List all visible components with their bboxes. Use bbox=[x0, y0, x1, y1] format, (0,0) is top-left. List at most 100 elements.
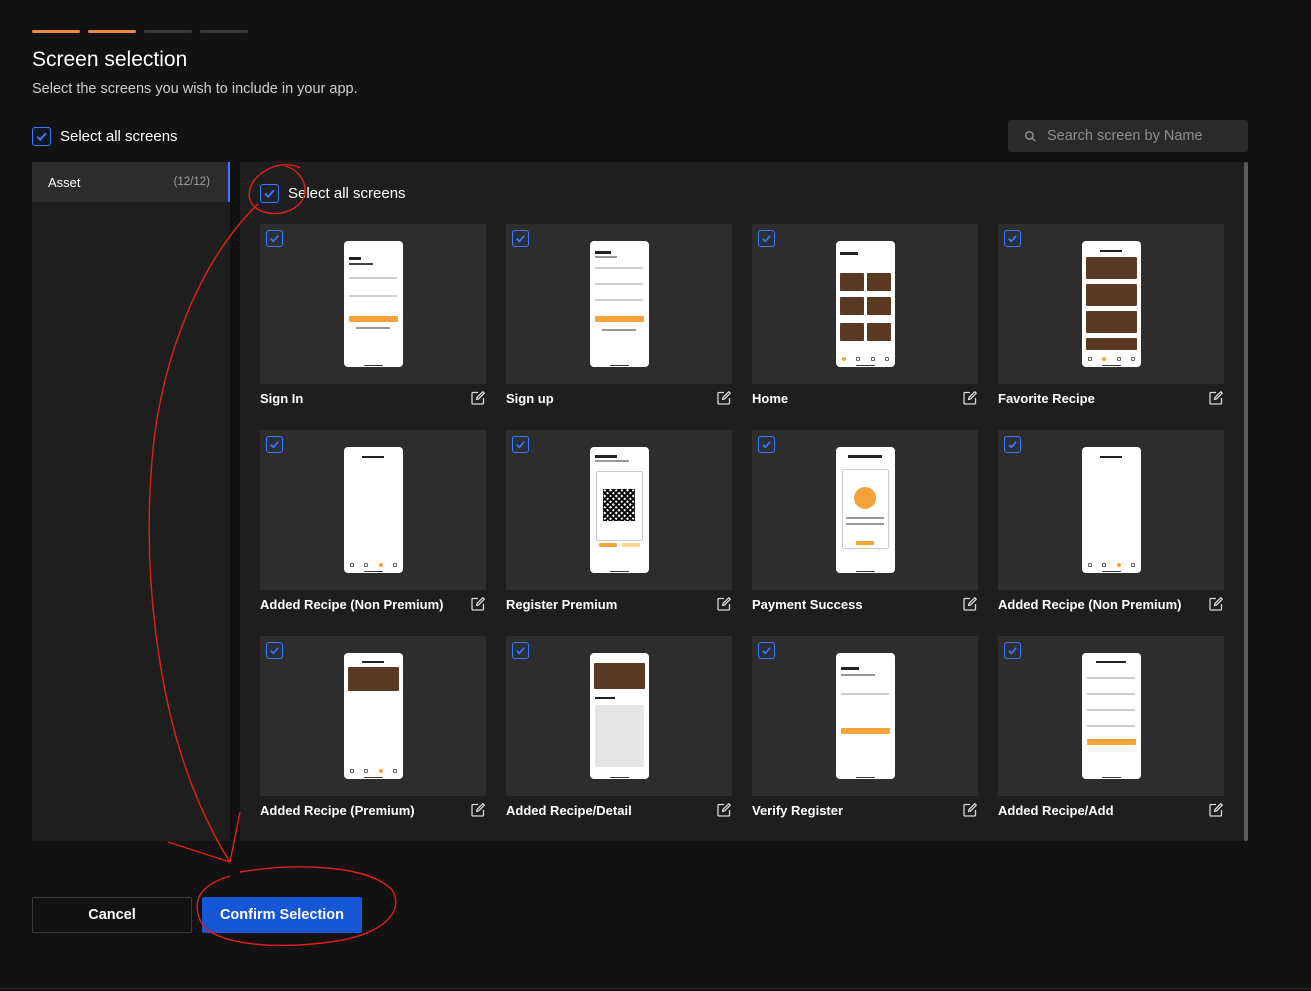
edit-icon[interactable] bbox=[470, 390, 486, 406]
scrollbar[interactable] bbox=[1244, 162, 1248, 841]
screen-card-footer: Verify Register bbox=[752, 802, 978, 818]
check-icon bbox=[1008, 647, 1017, 655]
screen-card-footer: Payment Success bbox=[752, 596, 978, 612]
screen-name: Favorite Recipe bbox=[998, 390, 1095, 406]
screen-name: Register Premium bbox=[506, 596, 618, 612]
phone-preview bbox=[590, 447, 649, 573]
phone-preview bbox=[1082, 241, 1141, 367]
progress-steps bbox=[32, 30, 248, 33]
screen-card-footer: Added Recipe (Premium) bbox=[260, 802, 486, 818]
phone-preview bbox=[344, 241, 403, 367]
screen-thumbnail[interactable] bbox=[752, 636, 978, 796]
edit-icon[interactable] bbox=[962, 802, 978, 818]
scrollbar-thumb[interactable] bbox=[1244, 162, 1248, 841]
screen-thumbnail[interactable] bbox=[260, 430, 486, 590]
screen-card-footer: Sign up bbox=[506, 390, 732, 406]
screen-card[interactable]: Home bbox=[752, 224, 978, 410]
check-icon bbox=[1008, 441, 1017, 449]
panel-select-all-checkbox[interactable] bbox=[260, 184, 279, 203]
screen-thumbnail[interactable] bbox=[752, 430, 978, 590]
phone-preview bbox=[836, 241, 895, 367]
screen-checkbox[interactable] bbox=[512, 436, 529, 453]
screen-card-footer: Added Recipe/Detail bbox=[506, 802, 732, 818]
check-icon bbox=[270, 647, 279, 655]
screen-thumbnail[interactable] bbox=[998, 430, 1224, 590]
phone-preview bbox=[836, 447, 895, 573]
phone-preview bbox=[836, 653, 895, 779]
sidebar-item-asset[interactable]: Asset (12/12) bbox=[32, 162, 230, 202]
screen-card[interactable]: Sign In bbox=[260, 224, 486, 410]
select-all-checkbox[interactable] bbox=[32, 127, 51, 146]
screen-thumbnail[interactable] bbox=[260, 636, 486, 796]
search-box[interactable] bbox=[1008, 120, 1248, 152]
edit-icon[interactable] bbox=[470, 596, 486, 612]
edit-icon[interactable] bbox=[1208, 802, 1224, 818]
screen-thumbnail[interactable] bbox=[260, 224, 486, 384]
screen-checkbox[interactable] bbox=[758, 642, 775, 659]
edit-icon[interactable] bbox=[716, 390, 732, 406]
screen-thumbnail[interactable] bbox=[998, 636, 1224, 796]
screen-card[interactable]: Added Recipe/Detail bbox=[506, 636, 732, 822]
screen-thumbnail[interactable] bbox=[752, 224, 978, 384]
screen-checkbox[interactable] bbox=[512, 642, 529, 659]
screen-checkbox[interactable] bbox=[758, 436, 775, 453]
check-icon bbox=[270, 441, 279, 449]
phone-preview bbox=[1082, 447, 1141, 573]
phone-preview bbox=[344, 447, 403, 573]
check-icon bbox=[1008, 235, 1017, 243]
progress-step-3 bbox=[144, 30, 192, 33]
screen-checkbox[interactable] bbox=[266, 436, 283, 453]
screen-thumbnail[interactable] bbox=[506, 636, 732, 796]
screen-card[interactable]: Payment Success bbox=[752, 430, 978, 616]
screen-name: Added Recipe (Non Premium) bbox=[998, 596, 1182, 612]
check-icon bbox=[270, 235, 279, 243]
edit-icon[interactable] bbox=[716, 596, 732, 612]
confirm-selection-button[interactable]: Confirm Selection bbox=[202, 897, 362, 933]
screen-checkbox[interactable] bbox=[1004, 642, 1021, 659]
screen-checkbox[interactable] bbox=[758, 230, 775, 247]
screen-name: Home bbox=[752, 390, 789, 406]
screen-checkbox[interactable] bbox=[512, 230, 529, 247]
screen-card-footer: Added Recipe (Non Premium) bbox=[998, 596, 1224, 612]
page-subtitle: Select the screens you wish to include i… bbox=[32, 81, 358, 97]
edit-icon[interactable] bbox=[962, 596, 978, 612]
screen-checkbox[interactable] bbox=[266, 642, 283, 659]
screen-name: Added Recipe (Non Premium) bbox=[260, 596, 444, 612]
screen-card[interactable]: Verify Register bbox=[752, 636, 978, 822]
check-icon bbox=[36, 132, 47, 142]
check-icon bbox=[516, 235, 525, 243]
screen-name: Sign up bbox=[506, 390, 554, 406]
edit-icon[interactable] bbox=[470, 802, 486, 818]
select-all-screens-panel[interactable]: Select all screens bbox=[260, 184, 406, 203]
screen-card[interactable]: Added Recipe (Premium) bbox=[260, 636, 486, 822]
screen-card[interactable]: Sign up bbox=[506, 224, 732, 410]
progress-step-4 bbox=[200, 30, 248, 33]
edit-icon[interactable] bbox=[1208, 390, 1224, 406]
divider bbox=[0, 988, 1311, 989]
screen-thumbnail[interactable] bbox=[506, 430, 732, 590]
screen-card-footer: Favorite Recipe bbox=[998, 390, 1224, 406]
screen-card[interactable]: Favorite Recipe bbox=[998, 224, 1224, 410]
edit-icon[interactable] bbox=[1208, 596, 1224, 612]
screen-card-footer: Sign In bbox=[260, 390, 486, 406]
phone-preview bbox=[1082, 653, 1141, 779]
screen-card[interactable]: Added Recipe (Non Premium) bbox=[998, 430, 1224, 616]
screen-card[interactable]: Added Recipe/Add bbox=[998, 636, 1224, 822]
screen-grid: Sign In Sign up Home Favorite Recipe Added R… bbox=[260, 224, 1224, 822]
edit-icon[interactable] bbox=[716, 802, 732, 818]
screen-card[interactable]: Register Premium bbox=[506, 430, 732, 616]
select-all-label: Select all screens bbox=[60, 128, 178, 145]
screen-checkbox[interactable] bbox=[1004, 436, 1021, 453]
select-all-screens-global[interactable]: Select all screens bbox=[32, 127, 178, 146]
screen-card-footer: Added Recipe/Add bbox=[998, 802, 1224, 818]
progress-step-1 bbox=[32, 30, 80, 33]
search-input[interactable] bbox=[1047, 128, 1237, 144]
screen-card[interactable]: Added Recipe (Non Premium) bbox=[260, 430, 486, 616]
screen-thumbnail[interactable] bbox=[998, 224, 1224, 384]
check-icon bbox=[264, 189, 275, 199]
screen-checkbox[interactable] bbox=[1004, 230, 1021, 247]
cancel-button[interactable]: Cancel bbox=[32, 897, 192, 933]
screen-thumbnail[interactable] bbox=[506, 224, 732, 384]
screen-checkbox[interactable] bbox=[266, 230, 283, 247]
edit-icon[interactable] bbox=[962, 390, 978, 406]
